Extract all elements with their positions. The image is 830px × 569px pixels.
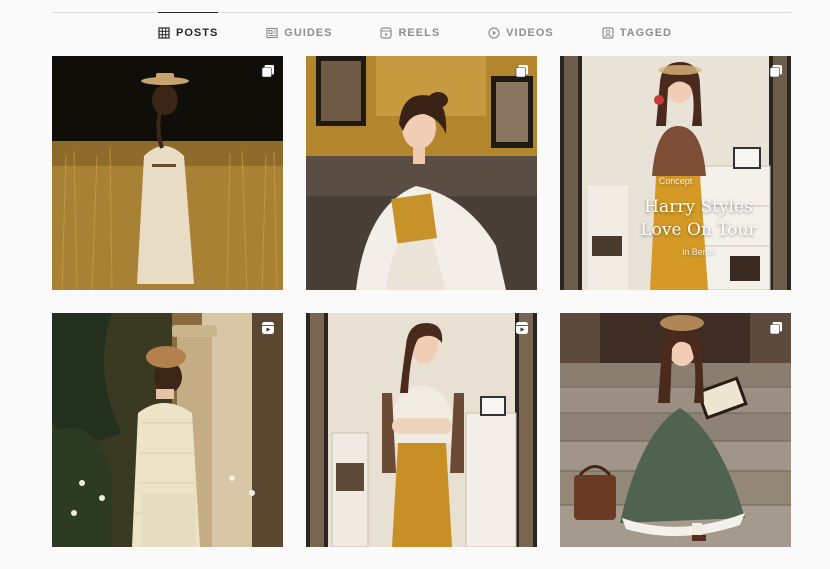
tab-videos-label: VIDEOS (506, 27, 554, 39)
overlay-concept-label: Concept (658, 176, 693, 186)
play-circle-icon (488, 27, 500, 39)
tab-posts-label: POSTS (176, 27, 219, 39)
carousel-icon (769, 322, 782, 335)
guides-icon (266, 27, 278, 39)
post-image (560, 313, 791, 547)
tab-videos[interactable]: VIDEOS (488, 13, 554, 53)
tab-guides-label: GUIDES (284, 27, 333, 39)
grid-icon (158, 27, 170, 39)
overlay-location: in Berlin (682, 247, 715, 257)
carousel-icon (769, 65, 782, 78)
post-image (306, 56, 537, 290)
overlay-title-line2: Love On Tour (640, 220, 757, 240)
overlay-title-line1: Harry Styles (644, 197, 753, 217)
tab-guides[interactable]: GUIDES (266, 13, 332, 53)
tab-reels-label: REELS (398, 27, 441, 39)
reel-icon (262, 322, 274, 334)
post-image (52, 56, 283, 290)
carousel-icon (515, 65, 528, 78)
post-tile[interactable] (52, 313, 283, 547)
post-image (306, 313, 537, 547)
carousel-icon (261, 65, 274, 78)
post-tile[interactable] (306, 313, 537, 547)
post-tile[interactable] (560, 313, 791, 547)
post-tile[interactable] (306, 56, 537, 290)
profile-tabs: POSTS GUIDES REELS VIDEOS TAGGED (0, 12, 830, 53)
reels-icon (380, 27, 393, 39)
tab-tagged[interactable]: TAGGED (602, 13, 672, 53)
reel-icon (516, 322, 528, 334)
post-image (52, 313, 283, 547)
tagged-icon (602, 27, 614, 39)
posts-grid: Concept Harry Styles Love On Tour in Ber… (52, 56, 791, 547)
tab-posts[interactable]: POSTS (158, 12, 219, 53)
post-tile[interactable] (52, 56, 283, 290)
tab-tagged-label: TAGGED (619, 27, 672, 39)
tab-reels[interactable]: REELS (380, 13, 440, 53)
post-tile[interactable]: Concept Harry Styles Love On Tour in Ber… (560, 56, 791, 290)
